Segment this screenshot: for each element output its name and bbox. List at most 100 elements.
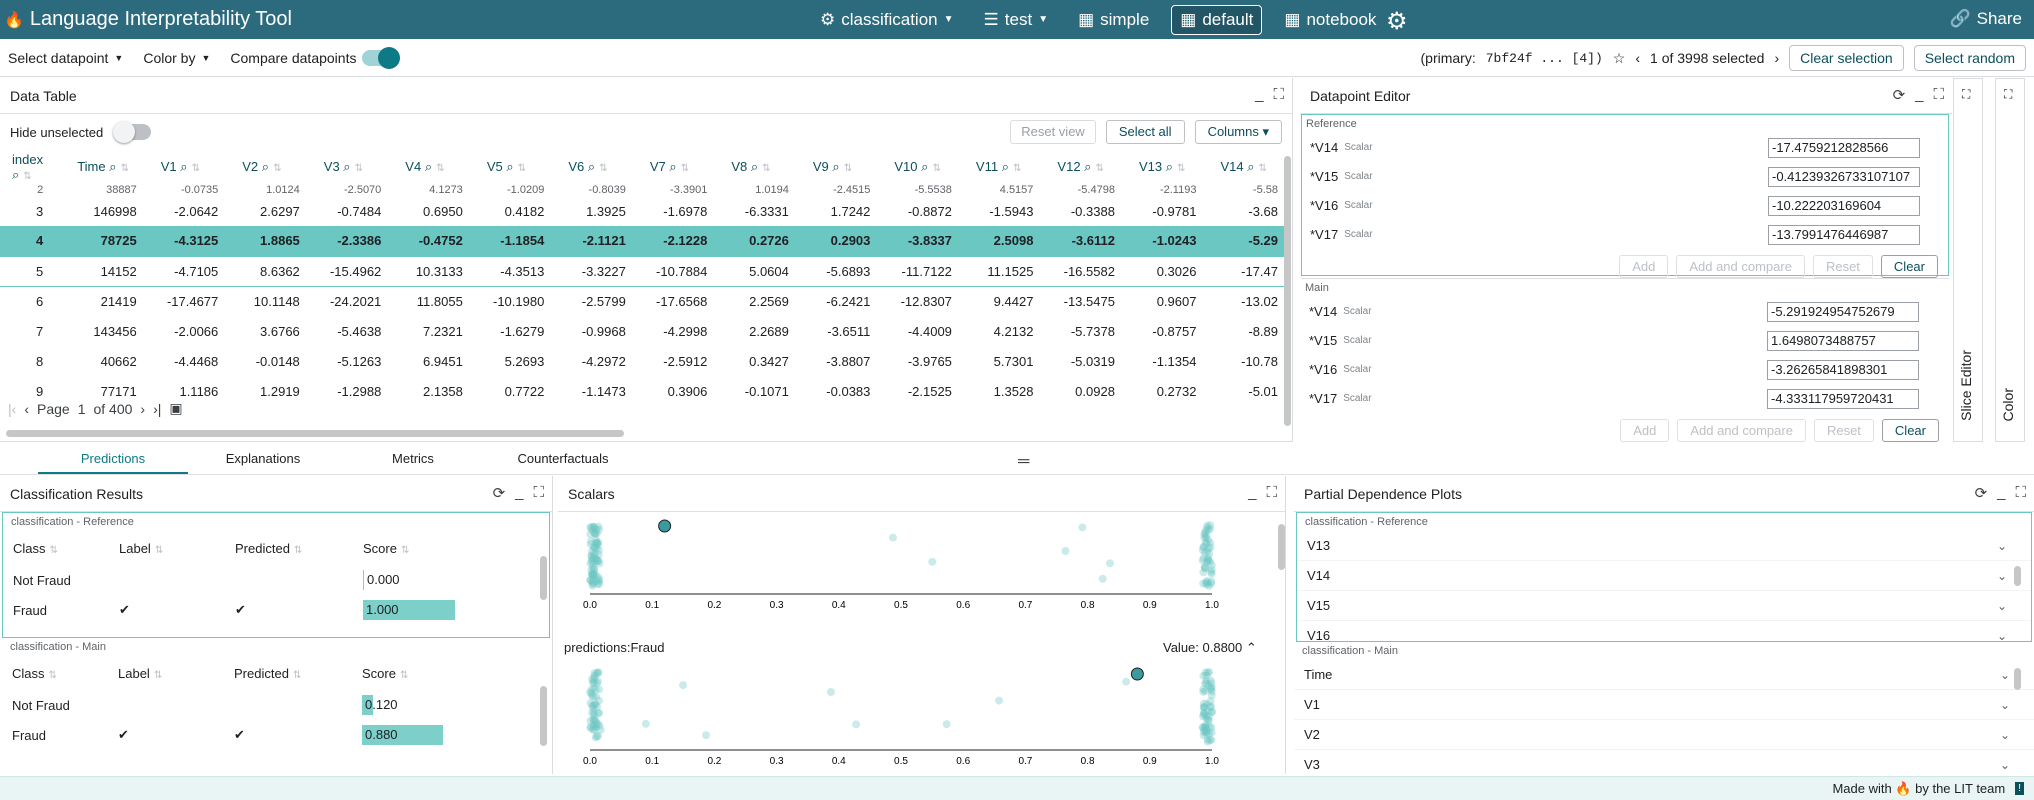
maximize-icon[interactable]: ⛶	[2004, 87, 2012, 102]
next-page-icon[interactable]: ›	[140, 401, 145, 417]
columns-button[interactable]: Columns ▾	[1194, 120, 1282, 144]
scatter-point[interactable]	[595, 685, 604, 694]
vertical-scrollbar[interactable]	[1284, 156, 1291, 426]
search-icon[interactable]: ⌕	[1162, 159, 1173, 174]
search-icon[interactable]: ⌕	[421, 159, 432, 174]
scatter-point[interactable]	[1098, 574, 1107, 583]
dataset-dropdown[interactable]: ☰ test ▼	[976, 6, 1057, 34]
pdp-feature-row[interactable]: V14 ⌄	[1297, 561, 2031, 591]
compare-toggle[interactable]: Compare datapoints	[230, 46, 401, 69]
star-icon[interactable]: ☆	[1613, 50, 1626, 67]
pdp-feature-row[interactable]: V2 ⌄	[1294, 720, 2034, 750]
minimize-icon[interactable]: _	[1255, 86, 1263, 103]
color-by-dropdown[interactable]: Color by ▼	[143, 50, 210, 66]
feature-value-input[interactable]	[1768, 224, 1920, 245]
column-header-v4[interactable]: V4 ⌕ ⇅	[393, 150, 475, 184]
select-random-button[interactable]: Select random	[1913, 45, 2026, 71]
column-header-v2[interactable]: V2 ⌕ ⇅	[230, 150, 312, 184]
scatter-point[interactable]	[1199, 542, 1208, 551]
prev-page-icon[interactable]: ‹	[24, 401, 29, 417]
column-header-score[interactable]: Score ⇅	[363, 541, 523, 556]
compare-switch[interactable]	[362, 46, 401, 69]
scatter-point[interactable]	[588, 578, 597, 587]
search-icon[interactable]: ⌕	[258, 159, 269, 174]
sort-icon[interactable]: ⇅	[155, 545, 163, 556]
table-row[interactable]: 8 40662 -4.4468 -0.0148 -5.1263 6.9451 5.2693 -…	[0, 346, 1290, 376]
search-icon[interactable]: ⌕	[106, 159, 116, 174]
table-row[interactable]: 7 143456 -2.0066 3.6766 -5.4638 7.2321 -1.6279…	[0, 316, 1290, 346]
chevron-down-icon[interactable]: ⌄	[2000, 668, 2010, 682]
sort-icon[interactable]: ⇅	[762, 163, 770, 174]
scatter-point[interactable]	[679, 681, 688, 690]
sort-icon[interactable]: ⇅	[1013, 163, 1021, 174]
sort-icon[interactable]: ⇅	[1095, 163, 1103, 174]
maximize-icon[interactable]: ⛶	[533, 484, 544, 502]
scatter-point[interactable]	[702, 731, 711, 740]
sort-icon[interactable]: ⇅	[49, 670, 57, 681]
search-icon[interactable]: ⌕	[747, 159, 758, 174]
scatter-point[interactable]	[942, 720, 951, 729]
chevron-down-icon[interactable]: ⌄	[2000, 758, 2010, 771]
sort-icon[interactable]: ⇅	[273, 163, 281, 174]
maximize-icon[interactable]: ⛶	[1933, 86, 1944, 104]
scatter-point[interactable]	[888, 533, 897, 542]
scatter-point[interactable]	[588, 526, 597, 535]
select-datapoint-dropdown[interactable]: Select datapoint ▼	[8, 50, 123, 66]
add-and-compare-button[interactable]: Add and compare	[1676, 254, 1805, 278]
tab-counterfactuals[interactable]: Counterfactuals	[488, 445, 638, 474]
clear-button[interactable]: Clear	[1880, 254, 1938, 278]
clear-button[interactable]: Clear	[1881, 418, 1939, 442]
share-button[interactable]: 🔗 Share	[1949, 9, 2022, 29]
sort-icon[interactable]: ⇅	[355, 163, 363, 174]
scatter-point[interactable]	[593, 556, 602, 565]
model-dropdown[interactable]: ⚙ classification ▼	[812, 6, 962, 34]
chevron-up-icon[interactable]: ⌃	[1246, 640, 1257, 655]
column-header-v9[interactable]: V9 ⌕ ⇅	[801, 150, 883, 184]
table-row[interactable]: 4 78725 -4.3125 1.8865 -2.3386 -0.4752 -1.1854…	[0, 226, 1290, 256]
scatter-point[interactable]	[591, 717, 600, 726]
chevron-down-icon[interactable]: ⌄	[2000, 728, 2010, 742]
vertical-scrollbar[interactable]	[540, 556, 547, 600]
scatter-point[interactable]	[1205, 668, 1214, 677]
sort-icon[interactable]: ⇅	[401, 545, 409, 556]
chevron-down-icon[interactable]: ⌄	[2000, 698, 2010, 712]
selected-point[interactable]	[658, 519, 672, 533]
maximize-icon[interactable]: ⛶	[1962, 87, 1970, 102]
scatter-point[interactable]	[588, 678, 597, 687]
clear-selection-button[interactable]: Clear selection	[1789, 45, 1904, 71]
column-header-v13[interactable]: V13 ⌕ ⇅	[1127, 150, 1209, 184]
vertical-scrollbar[interactable]	[2014, 566, 2021, 586]
sort-icon[interactable]: ⇅	[192, 163, 200, 174]
column-header-v12[interactable]: V12 ⌕ ⇅	[1045, 150, 1127, 184]
chevron-down-icon[interactable]: ⌄	[1997, 629, 2007, 642]
column-header-v14[interactable]: V14 ⌕ ⇅	[1208, 150, 1290, 184]
reset-view-button[interactable]: Reset view	[1010, 120, 1096, 144]
scalar-plot-2[interactable]: 0.0 0.1 0.2 0.3 0.4 0.5 0.6 0.7 0.8 0.9 1.0	[558, 660, 1248, 770]
search-icon[interactable]: ⌕	[584, 159, 595, 174]
column-header-label[interactable]: Label ⇅	[119, 541, 235, 556]
selected-point[interactable]	[1130, 667, 1144, 681]
scatter-point[interactable]	[588, 725, 597, 734]
search-icon[interactable]: ⌕	[1244, 159, 1254, 174]
page-number[interactable]: 1	[78, 401, 86, 417]
feature-value-input[interactable]	[1768, 166, 1920, 187]
scatter-point[interactable]	[593, 668, 602, 677]
minimize-icon[interactable]: _	[1997, 484, 2005, 502]
vertical-scrollbar[interactable]	[2014, 668, 2021, 690]
column-header-v7[interactable]: V7 ⌕ ⇅	[638, 150, 720, 184]
add-button[interactable]: Add	[1619, 254, 1669, 278]
refresh-icon[interactable]: ⟳	[1975, 484, 1988, 502]
column-header-predicted[interactable]: Predicted ⇅	[234, 666, 362, 681]
column-header-class[interactable]: Class ⇅	[2, 666, 118, 681]
search-icon[interactable]: ⌕	[177, 159, 187, 174]
refresh-icon[interactable]: ⟳	[1893, 86, 1906, 104]
scatter-point[interactable]	[595, 696, 604, 705]
pdp-feature-row[interactable]: V1 ⌄	[1294, 690, 2034, 720]
search-icon[interactable]: ⌕	[340, 159, 350, 174]
scatter-point[interactable]	[1207, 569, 1216, 578]
feedback-icon[interactable]: !	[2015, 782, 2024, 795]
slice-editor-tab[interactable]: ⛶ Slice Editor	[1953, 78, 1983, 442]
maximize-icon[interactable]: ⛶	[2015, 484, 2026, 502]
drag-handle-icon[interactable]: ═	[1018, 453, 1029, 471]
chevron-down-icon[interactable]: ⌄	[1997, 539, 2007, 553]
